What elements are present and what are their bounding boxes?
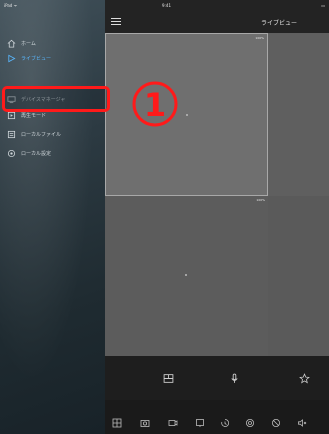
- page-title: ライブビュー: [260, 20, 297, 27]
- view-zoom-label: 100%: [256, 198, 265, 202]
- view-zoom-label: 100%: [255, 36, 264, 40]
- sidebar-item-home[interactable]: ホーム: [0, 36, 105, 50]
- top-bar: ライブビュー: [105, 11, 329, 33]
- bottom-toolbar: [105, 400, 329, 434]
- sidebar: ホーム ライブビュー デバイスマネージャ 再生モード ローカルファイル ローカル…: [0, 0, 105, 434]
- carrier-label: iPad ᯤ: [4, 3, 18, 8]
- layout-icon[interactable]: [163, 373, 174, 384]
- snapshot-icon[interactable]: [140, 418, 150, 428]
- sound-icon[interactable]: [297, 418, 307, 428]
- microphone-icon[interactable]: [229, 373, 240, 384]
- sidebar-item-label: 再生モード: [21, 112, 47, 119]
- sidebar-item-hidden[interactable]: [0, 66, 105, 80]
- split-screen-icon[interactable]: [112, 418, 122, 428]
- status-bar: iPad ᯤ 9:41 ▭: [0, 0, 329, 12]
- local-file-icon: [7, 130, 16, 139]
- menu-icon[interactable]: [111, 16, 121, 26]
- zoom-icon[interactable]: [245, 418, 255, 428]
- step-number-callout: 1: [132, 81, 178, 127]
- main-area: ライブビュー 100% 100%: [105, 0, 329, 434]
- play-icon: [7, 54, 16, 63]
- live-view-pane-1[interactable]: 100%: [105, 33, 268, 196]
- playback-icon[interactable]: [220, 418, 230, 428]
- live-view-pane-2[interactable]: [268, 33, 329, 196]
- sidebar-item-label: ローカル設定: [21, 150, 52, 157]
- control-bar: [105, 356, 329, 400]
- record-icon[interactable]: [168, 418, 178, 428]
- view-center-dot: [186, 114, 188, 116]
- battery-icon: ▭: [321, 3, 325, 8]
- sidebar-item-local-file[interactable]: ローカルファイル: [0, 127, 105, 141]
- view-center-dot: [185, 274, 187, 276]
- highlight-box: [2, 86, 110, 112]
- sidebar-item-label: ホーム: [21, 40, 36, 47]
- live-view-pane-4[interactable]: [268, 196, 329, 356]
- sidebar-item-label: ローカルファイル: [21, 131, 62, 138]
- sidebar-item-label: ライブビュー: [21, 55, 52, 62]
- clock-label: 9:41: [162, 3, 171, 8]
- ptz-icon[interactable]: [195, 418, 205, 428]
- stop-icon[interactable]: [271, 418, 281, 428]
- live-view-pane-3[interactable]: 100%: [105, 196, 268, 356]
- sidebar-item-local-settings[interactable]: ローカル設定: [0, 146, 105, 160]
- svg-text:1: 1: [144, 86, 166, 124]
- home-icon: [7, 39, 16, 48]
- sidebar-item-live-view[interactable]: ライブビュー: [0, 51, 105, 65]
- settings-icon: [7, 149, 16, 158]
- favorite-icon[interactable]: [299, 373, 310, 384]
